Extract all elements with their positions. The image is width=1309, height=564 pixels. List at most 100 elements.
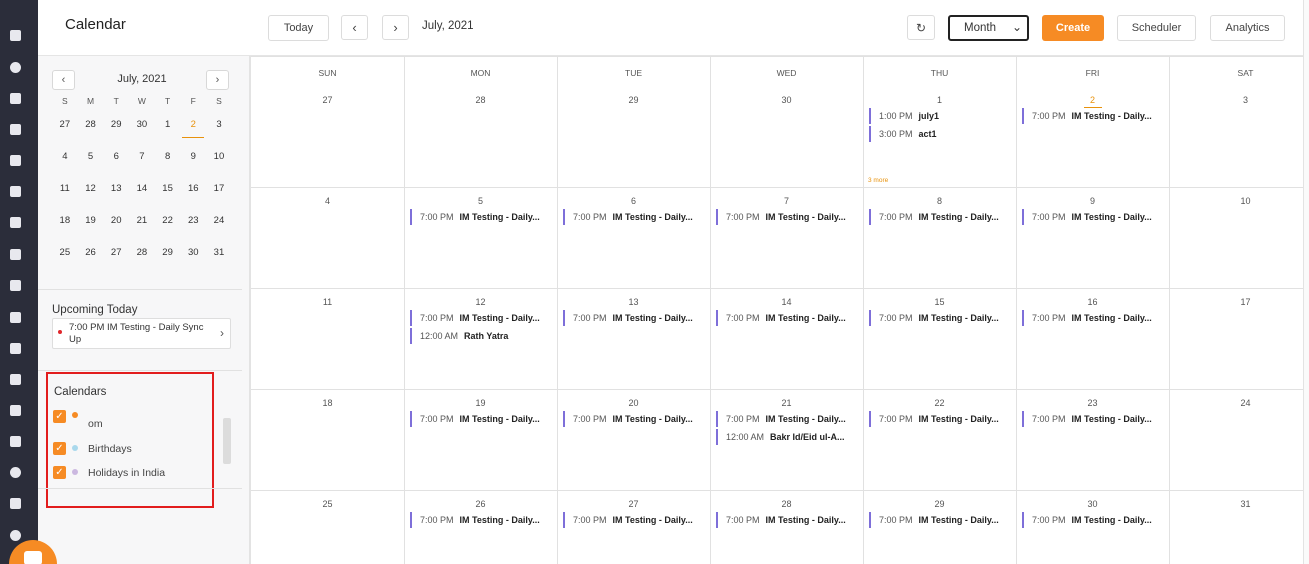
megaphone-icon[interactable]: [10, 249, 21, 260]
event-chip[interactable]: 7:00 PM IM Testing - Daily...: [563, 310, 703, 326]
mini-day[interactable]: 2: [180, 119, 206, 151]
event-chip[interactable]: 7:00 PM IM Testing - Daily...: [410, 310, 550, 326]
dollar-icon[interactable]: [10, 467, 21, 478]
settings-icon[interactable]: [10, 530, 21, 541]
event-chip[interactable]: 7:00 PM IM Testing - Daily...: [410, 411, 550, 427]
dashboard-icon[interactable]: [10, 30, 21, 41]
event-chip[interactable]: 7:00 PM IM Testing - Daily...: [869, 209, 1009, 225]
mini-day[interactable]: 29: [155, 247, 181, 279]
calendar-checkbox[interactable]: ✓: [53, 410, 66, 423]
event-chip[interactable]: 7:00 PM IM Testing - Daily...: [410, 209, 550, 225]
event-chip[interactable]: 7:00 PM IM Testing - Daily...: [1022, 411, 1162, 427]
mini-day[interactable]: 31: [206, 247, 232, 279]
mini-day[interactable]: 17: [206, 183, 232, 215]
mini-day[interactable]: 21: [129, 215, 155, 247]
mini-calendar-grid: S M T W T F S 27 28 29 30 1 2 3 4 5 6 7 8 9 10 11 12 13 14 15 16 17…: [52, 96, 232, 279]
mini-day[interactable]: 29: [103, 119, 129, 151]
mini-day[interactable]: 23: [180, 215, 206, 247]
mini-day[interactable]: 30: [180, 247, 206, 279]
mini-day[interactable]: 1: [155, 119, 181, 151]
event-chip[interactable]: 7:00 PM IM Testing - Daily...: [563, 512, 703, 528]
calendar-icon[interactable]: [10, 405, 21, 416]
mini-day[interactable]: 27: [103, 247, 129, 279]
event-title: IM Testing - Daily...: [765, 212, 846, 222]
mini-day[interactable]: 9: [180, 151, 206, 183]
clipboard-icon[interactable]: [10, 498, 21, 509]
mini-day[interactable]: 11: [52, 183, 78, 215]
event-chip[interactable]: 7:00 PM IM Testing - Daily...: [1022, 108, 1162, 124]
mini-day[interactable]: 6: [103, 151, 129, 183]
more-events-link[interactable]: 3 more: [868, 177, 888, 184]
mini-day[interactable]: 14: [129, 183, 155, 215]
mini-day[interactable]: 19: [78, 215, 104, 247]
event-chip[interactable]: 7:00 PM IM Testing - Daily...: [563, 209, 703, 225]
mini-day[interactable]: 25: [52, 247, 78, 279]
view-select[interactable]: Month ⌄: [948, 15, 1029, 41]
event-chip[interactable]: 3:00 PM act1: [869, 126, 1009, 142]
notes-icon[interactable]: [10, 374, 21, 385]
day-number: 29: [934, 499, 945, 509]
mini-day[interactable]: 22: [155, 215, 181, 247]
mini-day[interactable]: 28: [78, 119, 104, 151]
mini-day[interactable]: 28: [129, 247, 155, 279]
event-chip[interactable]: 7:00 PM IM Testing - Daily...: [716, 512, 856, 528]
event-chip[interactable]: 7:00 PM IM Testing - Daily...: [716, 209, 856, 225]
next-month-button[interactable]: ›: [382, 15, 409, 40]
mini-day[interactable]: 3: [206, 119, 232, 151]
event-chip[interactable]: 12:00 AM Bakr Id/Eid ul-A...: [716, 429, 856, 445]
mini-day[interactable]: 24: [206, 215, 232, 247]
event-chip[interactable]: 7:00 PM IM Testing - Daily...: [410, 512, 550, 528]
mini-day[interactable]: 8: [155, 151, 181, 183]
mini-day[interactable]: 26: [78, 247, 104, 279]
mini-day[interactable]: 13: [103, 183, 129, 215]
event-chip[interactable]: 7:00 PM IM Testing - Daily...: [869, 310, 1009, 326]
money-icon[interactable]: [10, 343, 21, 354]
mini-day[interactable]: 20: [103, 215, 129, 247]
calendar-checkbox[interactable]: ✓: [53, 466, 66, 479]
document-icon[interactable]: [10, 186, 21, 197]
event-chip[interactable]: 7:00 PM IM Testing - Daily...: [716, 411, 856, 427]
event-chip[interactable]: 7:00 PM IM Testing - Daily...: [1022, 209, 1162, 225]
mini-next-button[interactable]: ›: [206, 70, 229, 90]
upcoming-event-item[interactable]: 7:00 PM IM Testing - Daily Sync Up ›: [52, 318, 231, 349]
event-chip[interactable]: 7:00 PM IM Testing - Daily...: [1022, 512, 1162, 528]
mini-week-row: 11 12 13 14 15 16 17: [52, 183, 232, 215]
file-icon[interactable]: [10, 280, 21, 291]
event-chip[interactable]: 7:00 PM IM Testing - Daily...: [869, 512, 1009, 528]
prev-month-button[interactable]: ‹: [341, 15, 368, 40]
refresh-button[interactable]: ↻: [907, 15, 935, 40]
mini-day[interactable]: 5: [78, 151, 104, 183]
contacts-icon[interactable]: [10, 62, 21, 73]
scrollbar[interactable]: [1303, 0, 1309, 564]
scheduler-button[interactable]: Scheduler: [1117, 15, 1196, 41]
bar-chart-icon[interactable]: [10, 312, 21, 323]
list-icon[interactable]: [10, 155, 21, 166]
mini-day[interactable]: 30: [129, 119, 155, 151]
event-title: IM Testing - Daily...: [918, 313, 999, 323]
mini-day[interactable]: 27: [52, 119, 78, 151]
today-button[interactable]: Today: [268, 15, 329, 41]
inbox-icon[interactable]: [10, 436, 21, 447]
filter-icon[interactable]: [10, 217, 21, 228]
event-chip[interactable]: 7:00 PM IM Testing - Daily...: [1022, 310, 1162, 326]
mini-day[interactable]: 7: [129, 151, 155, 183]
create-button[interactable]: Create: [1042, 15, 1104, 41]
analytics-button[interactable]: Analytics: [1210, 15, 1285, 41]
mini-day[interactable]: 18: [52, 215, 78, 247]
mini-day[interactable]: 16: [180, 183, 206, 215]
event-chip[interactable]: 1:00 PM july1: [869, 108, 1009, 124]
chevron-right-icon: ›: [220, 326, 224, 340]
bank-icon[interactable]: [10, 124, 21, 135]
mini-prev-button[interactable]: ‹: [52, 70, 75, 90]
mini-day[interactable]: 4: [52, 151, 78, 183]
calendar-checkbox[interactable]: ✓: [53, 442, 66, 455]
event-chip[interactable]: 7:00 PM IM Testing - Daily...: [869, 411, 1009, 427]
event-chip[interactable]: 7:00 PM IM Testing - Daily...: [563, 411, 703, 427]
scrollbar[interactable]: [223, 418, 231, 464]
mini-day[interactable]: 12: [78, 183, 104, 215]
mini-day[interactable]: 15: [155, 183, 181, 215]
event-chip[interactable]: 12:00 AM Rath Yatra: [410, 328, 550, 344]
event-chip[interactable]: 7:00 PM IM Testing - Daily...: [716, 310, 856, 326]
mini-day[interactable]: 10: [206, 151, 232, 183]
copy-icon[interactable]: [10, 93, 21, 104]
